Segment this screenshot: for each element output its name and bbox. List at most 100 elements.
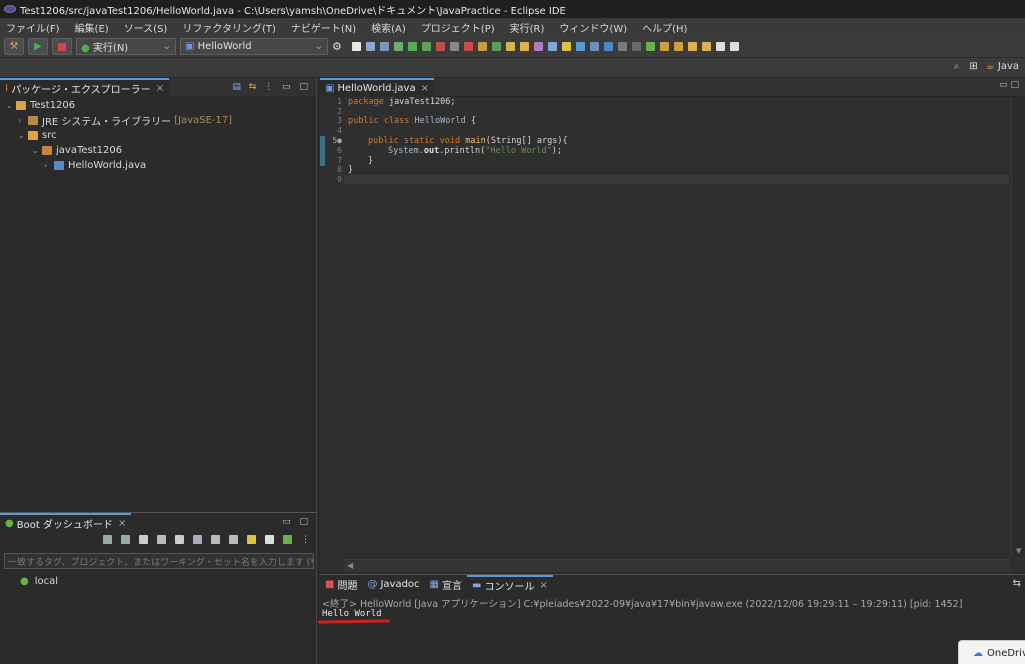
scroll-left-icon[interactable]: ◀ (347, 561, 353, 570)
search-icon[interactable]: ⌕ (954, 61, 960, 72)
comment-icon[interactable] (617, 42, 627, 51)
save-icon[interactable] (365, 42, 375, 51)
code-line-5[interactable]: public static void main(String[] args){ (368, 136, 568, 146)
code-line-7[interactable]: } (368, 156, 373, 166)
close-icon[interactable]: × (421, 83, 429, 94)
debug-icon[interactable] (121, 535, 130, 544)
close-icon[interactable]: × (156, 83, 164, 94)
block-select-icon[interactable] (575, 42, 585, 51)
code-line-6[interactable]: System.out.println("Hello World"); (388, 146, 562, 156)
tree-item-file[interactable]: › HelloWorld.java (44, 158, 146, 173)
close-icon[interactable]: × (118, 518, 126, 529)
brush-icon[interactable] (533, 42, 543, 51)
open-type-icon[interactable] (505, 42, 515, 51)
chevron-down-icon[interactable]: ⌄ (6, 101, 16, 110)
minimize-icon[interactable]: ▭ (282, 517, 291, 527)
menu-navigate[interactable]: ナビゲート(N) (291, 20, 356, 35)
editor-vertical-scrollbar[interactable]: ▼ (1011, 97, 1025, 557)
menu-window[interactable]: ウィンドウ(W) (559, 20, 627, 35)
onedrive-notification[interactable]: ☁ OneDriv (958, 640, 1025, 664)
debug-icon[interactable] (393, 42, 403, 51)
annotation-icon[interactable] (631, 42, 641, 51)
gear-icon[interactable]: ⚙ (332, 40, 342, 53)
menu-help[interactable]: ヘルプ(H) (642, 20, 687, 35)
menu-project[interactable]: プロジェクト(P) (421, 20, 495, 35)
tab-helloworld-java[interactable]: ▣ HelloWorld.java × (320, 77, 434, 97)
open-browser-icon[interactable] (157, 535, 166, 544)
whitespace-icon[interactable] (589, 42, 599, 51)
tree-item-src[interactable]: ⌄ src (18, 128, 57, 143)
editor-minimize-icon[interactable]: ▭ □ (999, 80, 1019, 90)
boot-item-local[interactable]: ● local (20, 574, 58, 589)
edit-icon[interactable] (211, 535, 220, 544)
external-tools-icon[interactable] (435, 42, 445, 51)
filter-icon[interactable] (265, 535, 274, 544)
menu-source[interactable]: ソース(S) (124, 20, 168, 35)
code-line-8[interactable]: } (348, 165, 353, 175)
start-icon[interactable] (103, 535, 112, 544)
properties-icon[interactable] (229, 535, 238, 544)
view-menu-icon[interactable]: ⋮ (301, 535, 310, 545)
tab-problems[interactable]: ■ 問題 (320, 575, 362, 594)
menu-run[interactable]: 実行(R) (510, 20, 545, 35)
console-icon[interactable] (175, 535, 184, 544)
code-line-1[interactable]: package javaTest1206; (348, 97, 455, 107)
tree-item-jre[interactable]: › JRE システム・ライブラリー [JavaSE-17] (18, 113, 232, 128)
close-icon[interactable]: × (539, 580, 547, 591)
open-perspective-icon[interactable]: ⊞ (969, 61, 977, 72)
code-line-3[interactable]: public class HelloWorld { (348, 116, 476, 126)
run-mode-combo[interactable]: ● 実行(N) ⌄ (76, 38, 176, 55)
view-menu-icon[interactable]: ⋮ (264, 82, 273, 92)
pilcrow-icon[interactable] (603, 42, 613, 51)
menu-search[interactable]: 検索(A) (371, 20, 406, 35)
terminate-icon[interactable] (449, 42, 459, 51)
tree-item-package[interactable]: ⌄ javaTest1206 (32, 143, 122, 158)
run-last-icon[interactable] (407, 42, 417, 51)
launch-button[interactable]: ▶ (28, 38, 48, 55)
tab-console[interactable]: ▬ コンソール × (467, 575, 553, 594)
menu-edit[interactable]: 編集(E) (75, 20, 109, 35)
server-icon[interactable] (463, 42, 473, 51)
arrow-right-icon[interactable] (729, 42, 739, 51)
forward-icon[interactable] (701, 42, 711, 51)
link-editor-icon[interactable]: ⇆ (249, 82, 257, 92)
menu-refactor[interactable]: リファクタリング(T) (182, 20, 276, 35)
tab-javadoc[interactable]: @ Javadoc (362, 575, 424, 594)
stop-button[interactable] (52, 38, 72, 55)
prev-annotation-icon[interactable] (673, 42, 683, 51)
boot-filter-input[interactable]: 一致するタグ、プロジェクト、またはワーキング・セット名を入力します (* および… (4, 553, 314, 569)
tab-boot-dashboard[interactable]: ● Boot ダッシュボード × (0, 513, 132, 532)
tab-declaration[interactable]: ▦ 宣言 (425, 575, 467, 594)
editor-horizontal-scrollbar[interactable]: ◀ (344, 559, 1010, 572)
maximize-icon[interactable]: □ (299, 82, 308, 92)
refresh-icon[interactable] (193, 535, 202, 544)
new-package-icon[interactable] (477, 42, 487, 51)
add-icon[interactable] (283, 535, 292, 544)
console-pin-icon[interactable]: ⇆ (1013, 578, 1021, 589)
launch-config-combo[interactable]: ▣ HelloWorld ⌄ (180, 38, 328, 55)
java-perspective-button[interactable]: ☕ Java (986, 61, 1019, 72)
minimize-icon[interactable]: ▭ (282, 82, 291, 92)
chevron-down-icon[interactable]: ⌄ (32, 146, 42, 155)
new-class-icon[interactable] (491, 42, 501, 51)
coverage-icon[interactable] (421, 42, 431, 51)
chevron-down-icon[interactable]: ⌄ (18, 131, 28, 140)
tree-item-project[interactable]: ⌄ Test1206 (6, 98, 75, 113)
collapse-all-icon[interactable]: ▤ (232, 82, 241, 92)
back-icon[interactable] (687, 42, 697, 51)
arrow-left-icon[interactable] (715, 42, 725, 51)
spring-icon[interactable] (645, 42, 655, 51)
build-button[interactable]: ⚒ (4, 38, 24, 55)
search-icon[interactable] (547, 42, 557, 51)
chevron-right-icon[interactable]: › (44, 161, 54, 170)
stop-icon[interactable] (139, 535, 148, 544)
chevron-right-icon[interactable]: › (18, 116, 28, 125)
tab-package-explorer[interactable]: ⁞ パッケージ・エクスプローラー × (0, 77, 170, 97)
next-annotation-icon[interactable] (659, 42, 669, 51)
new-icon[interactable] (351, 42, 361, 51)
menu-file[interactable]: ファイル(F) (6, 20, 60, 35)
maximize-icon[interactable]: □ (299, 517, 308, 527)
open-folder-icon[interactable] (519, 42, 529, 51)
toggle-mark-icon[interactable] (561, 42, 571, 51)
lightbulb-icon[interactable] (247, 535, 256, 544)
